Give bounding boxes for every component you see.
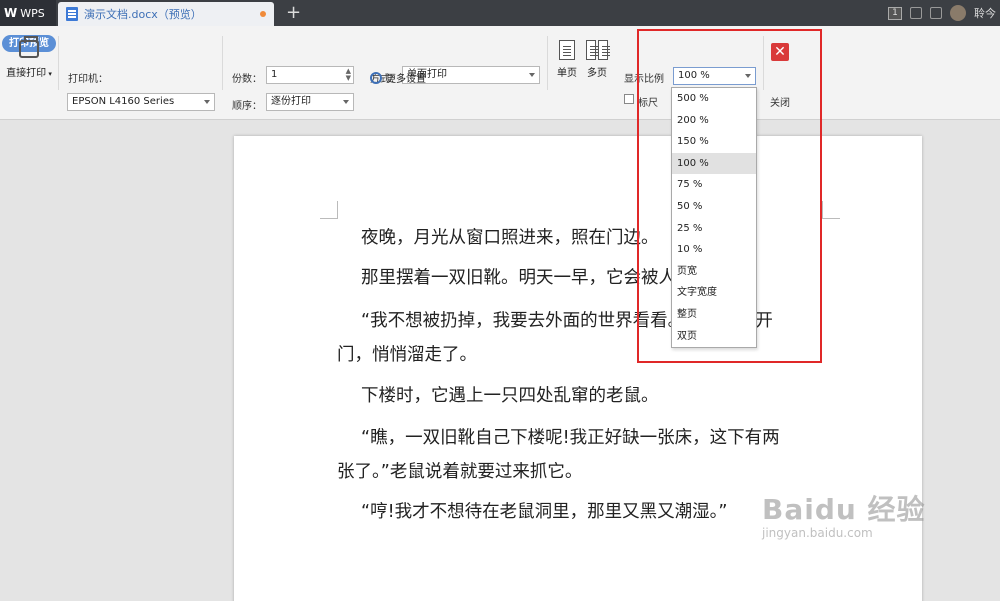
paragraph: “哼!我才不想待在老鼠洞里，那里又黑又潮湿。” [361, 502, 728, 522]
window-count-badge[interactable]: 1 [888, 6, 902, 20]
zoom-option[interactable]: 50 % [672, 196, 756, 218]
printer-select[interactable]: EPSON L4160 Series [67, 93, 215, 111]
watermark-url: jingyan.baidu.com [762, 526, 873, 540]
paragraph: “瞧，一双旧靴自己下楼呢!我正好缺一张床，这下有两 [361, 428, 780, 448]
multi-page-label: 多页 [587, 68, 607, 79]
user-name[interactable]: 聆今 [974, 5, 996, 21]
copies-value: 1 [271, 69, 278, 80]
direct-print-label: 直接打印 [6, 68, 47, 79]
more-settings-label: 更多设置 [386, 74, 426, 85]
titlebar-right: 1 聆今 [888, 0, 1000, 26]
margin-corner-mark [320, 201, 338, 219]
zoom-option[interactable]: 文字宽度 [672, 282, 756, 304]
divider [58, 36, 59, 90]
share-icon[interactable] [910, 7, 922, 19]
avatar[interactable] [950, 5, 966, 21]
document-icon [66, 7, 78, 21]
zoom-option[interactable]: 150 % [672, 131, 756, 153]
multi-page-icon [582, 40, 612, 60]
zoom-option[interactable]: 75 % [672, 174, 756, 196]
app-tab-wps[interactable]: W WPS [0, 0, 56, 26]
zoom-dropdown-list: 500 % 200 % 150 % 100 % 75 % 50 % 25 % 10 % 页宽 文字… [671, 87, 757, 348]
document-tab-title: 演示文档.docx（预览） [84, 8, 202, 21]
gear-icon [370, 71, 382, 84]
zoom-option[interactable]: 100 % [672, 152, 756, 175]
printer-label: 打印机： [68, 74, 108, 85]
copies-stepper[interactable]: 1 ▲ ▼ [266, 66, 354, 84]
zoom-option[interactable]: 500 % [672, 88, 756, 110]
order-label: 顺序： [232, 101, 262, 112]
order-select-value: 逐份打印 [271, 96, 311, 107]
chevron-down-icon: ▾ [46, 70, 52, 78]
printer-select-value: EPSON L4160 Series [72, 96, 175, 107]
direct-print-button[interactable]: 直接打印 ▾ [0, 36, 58, 79]
copies-label: 份数： [232, 74, 262, 85]
unsaved-dot-icon [260, 11, 266, 17]
zoom-option[interactable]: 页宽 [672, 261, 756, 283]
paragraph: 张了。”老鼠说着就要过来抓它。 [337, 462, 583, 482]
app-name: WPS [20, 6, 45, 20]
paragraph: 下楼时，它遇上一只四处乱窜的老鼠。 [361, 386, 659, 406]
divider [222, 36, 223, 90]
divider [547, 36, 548, 90]
stepper-arrows-icon[interactable]: ▲ ▼ [346, 68, 351, 82]
zoom-option[interactable]: 整页 [672, 304, 756, 326]
single-page-label: 单页 [557, 68, 577, 79]
more-settings-button[interactable]: 更多设置 [370, 70, 426, 85]
watermark-title: Baidu 经验 [762, 493, 926, 526]
zoom-option[interactable]: 25 % [672, 218, 756, 240]
skin-icon[interactable] [930, 7, 942, 19]
printer-icon [19, 36, 39, 58]
paragraph: 门，悄悄溜走了。 [337, 345, 477, 365]
wps-logo-icon: W [4, 6, 17, 20]
zoom-option[interactable]: 双页 [672, 326, 756, 348]
chevron-down-icon [204, 100, 210, 104]
single-page-button[interactable]: 单页 [552, 40, 582, 79]
chevron-down-icon [343, 100, 349, 104]
paragraph: 夜晚，月光从窗口照进来，照在门边。 [361, 228, 659, 248]
new-tab-button[interactable]: + [286, 2, 301, 23]
title-bar: W WPS 演示文档.docx（预览） + 1 聆今 [0, 0, 1000, 26]
baidu-watermark: Baidu 经验 jingyan.baidu.com [762, 488, 926, 540]
chevron-down-icon [529, 73, 535, 77]
order-select[interactable]: 逐份打印 [266, 93, 354, 111]
zoom-option[interactable]: 200 % [672, 110, 756, 132]
multi-page-button[interactable]: 多页 [582, 40, 612, 79]
margin-corner-mark [822, 201, 840, 219]
single-page-icon [559, 40, 575, 60]
zoom-option[interactable]: 10 % [672, 239, 756, 261]
ruler-checkbox[interactable] [624, 94, 634, 104]
document-tab[interactable]: 演示文档.docx（预览） [58, 2, 274, 26]
